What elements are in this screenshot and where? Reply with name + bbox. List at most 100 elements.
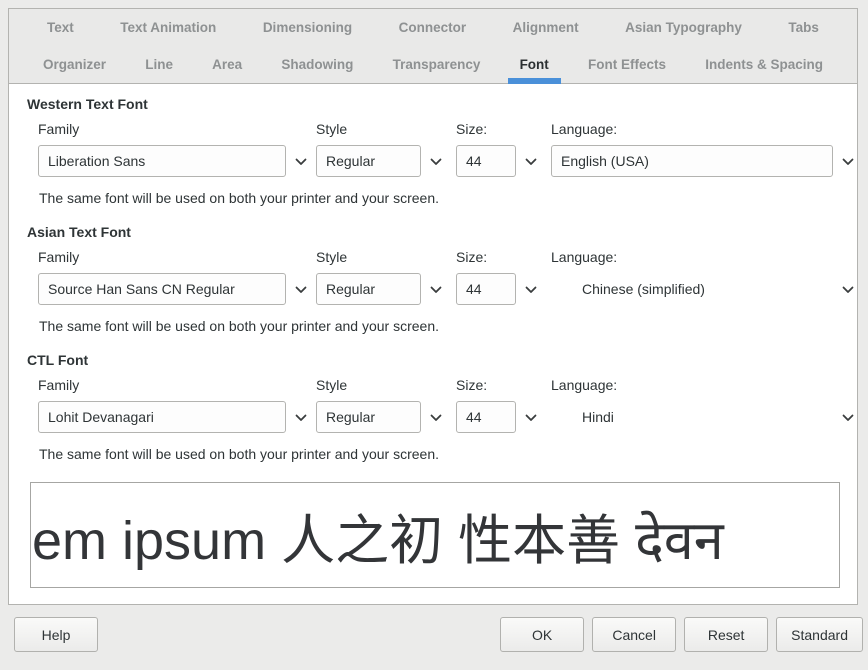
asian-size-entry[interactable]: 44 bbox=[456, 273, 516, 305]
tab-area[interactable]: Area bbox=[200, 46, 254, 83]
section-title: CTL Font bbox=[27, 352, 857, 368]
family-label: Family bbox=[38, 249, 316, 265]
western-family-group: Family Liberation Sans bbox=[38, 121, 316, 177]
section-title: Asian Text Font bbox=[27, 224, 857, 240]
tab-dimensioning[interactable]: Dimensioning bbox=[251, 9, 364, 46]
section-title: Western Text Font bbox=[27, 96, 857, 112]
chevron-down-icon bbox=[525, 281, 537, 297]
western-style-combo: Regular bbox=[316, 145, 451, 177]
western-style-group: Style Regular bbox=[316, 121, 451, 177]
tab-transparency[interactable]: Transparency bbox=[381, 46, 493, 83]
style-label: Style bbox=[316, 249, 451, 265]
western-fields-row: Family Liberation Sans Style Regular bbox=[38, 121, 857, 177]
ctl-size-entry[interactable]: 44 bbox=[456, 401, 516, 433]
ctl-family-dropdown-button[interactable] bbox=[286, 401, 316, 433]
asian-language-entry[interactable]: Chinese (simplified) bbox=[551, 273, 833, 305]
western-family-dropdown-button[interactable] bbox=[286, 145, 316, 177]
asian-font-section: Asian Text Font Family Source Han Sans C… bbox=[9, 224, 857, 334]
chevron-down-icon bbox=[295, 153, 307, 169]
chevron-down-icon bbox=[295, 409, 307, 425]
western-language-entry[interactable]: English (USA) bbox=[551, 145, 833, 177]
asian-family-entry[interactable]: Source Han Sans CN Regular bbox=[38, 273, 286, 305]
tab-connector[interactable]: Connector bbox=[387, 9, 479, 46]
chevron-down-icon bbox=[525, 409, 537, 425]
western-size-group: Size: 44 bbox=[456, 121, 546, 177]
western-style-dropdown-button[interactable] bbox=[421, 145, 451, 177]
chevron-down-icon bbox=[842, 281, 854, 297]
font-preview-text: em ipsum 人之初 性本善 देवन bbox=[31, 496, 724, 575]
western-size-entry[interactable]: 44 bbox=[456, 145, 516, 177]
chevron-down-icon bbox=[430, 409, 442, 425]
asian-family-dropdown-button[interactable] bbox=[286, 273, 316, 305]
asian-style-dropdown-button[interactable] bbox=[421, 273, 451, 305]
tab-indents-spacing[interactable]: Indents & Spacing bbox=[693, 46, 835, 83]
tab-font[interactable]: Font bbox=[508, 46, 561, 83]
style-label: Style bbox=[316, 121, 451, 137]
asian-language-group: Language: Chinese (simplified) bbox=[551, 249, 863, 305]
tab-row-1: Text Text Animation Dimensioning Connect… bbox=[9, 9, 857, 46]
asian-language-dropdown-button[interactable] bbox=[833, 273, 863, 305]
ctl-size-combo: 44 bbox=[456, 401, 546, 433]
western-language-combo: English (USA) bbox=[551, 145, 863, 177]
tab-text[interactable]: Text bbox=[35, 9, 86, 46]
ctl-style-dropdown-button[interactable] bbox=[421, 401, 451, 433]
language-label: Language: bbox=[551, 249, 863, 265]
tab-header: Text Text Animation Dimensioning Connect… bbox=[9, 9, 857, 84]
tab-alignment[interactable]: Alignment bbox=[501, 9, 591, 46]
help-button[interactable]: Help bbox=[14, 617, 98, 652]
size-label: Size: bbox=[456, 377, 546, 393]
asian-size-group: Size: 44 bbox=[456, 249, 546, 305]
tab-font-effects[interactable]: Font Effects bbox=[576, 46, 678, 83]
standard-button[interactable]: Standard bbox=[776, 617, 863, 652]
character-dialog-notebook: Text Text Animation Dimensioning Connect… bbox=[8, 8, 858, 605]
ctl-family-entry[interactable]: Lohit Devanagari bbox=[38, 401, 286, 433]
printer-screen-note: The same font will be used on both your … bbox=[39, 190, 857, 206]
western-font-section: Western Text Font Family Liberation Sans… bbox=[9, 96, 857, 206]
tab-line[interactable]: Line bbox=[133, 46, 185, 83]
chevron-down-icon bbox=[525, 153, 537, 169]
chevron-down-icon bbox=[842, 409, 854, 425]
tab-tabs[interactable]: Tabs bbox=[776, 9, 831, 46]
tab-shadowing[interactable]: Shadowing bbox=[269, 46, 365, 83]
cancel-button[interactable]: Cancel bbox=[592, 617, 676, 652]
font-preview-box: em ipsum 人之初 性本善 देवन bbox=[30, 482, 840, 588]
chevron-down-icon bbox=[430, 281, 442, 297]
ctl-style-combo: Regular bbox=[316, 401, 451, 433]
asian-style-entry[interactable]: Regular bbox=[316, 273, 421, 305]
family-label: Family bbox=[38, 121, 316, 137]
ctl-family-combo: Lohit Devanagari bbox=[38, 401, 316, 433]
western-size-combo: 44 bbox=[456, 145, 546, 177]
tab-organizer[interactable]: Organizer bbox=[31, 46, 118, 83]
ctl-language-entry[interactable]: Hindi bbox=[551, 401, 833, 433]
asian-fields-row: Family Source Han Sans CN Regular Style … bbox=[38, 249, 857, 305]
asian-style-group: Style Regular bbox=[316, 249, 451, 305]
tab-asian-typography[interactable]: Asian Typography bbox=[613, 9, 754, 46]
ctl-language-dropdown-button[interactable] bbox=[833, 401, 863, 433]
ctl-size-group: Size: 44 bbox=[456, 377, 546, 433]
asian-size-combo: 44 bbox=[456, 273, 546, 305]
reset-button[interactable]: Reset bbox=[684, 617, 768, 652]
western-language-dropdown-button[interactable] bbox=[833, 145, 863, 177]
printer-screen-note: The same font will be used on both your … bbox=[39, 318, 857, 334]
western-language-group: Language: English (USA) bbox=[551, 121, 863, 177]
ok-button[interactable]: OK bbox=[500, 617, 584, 652]
ctl-family-group: Family Lohit Devanagari bbox=[38, 377, 316, 433]
ctl-language-group: Language: Hindi bbox=[551, 377, 863, 433]
tab-text-animation[interactable]: Text Animation bbox=[108, 9, 228, 46]
western-family-entry[interactable]: Liberation Sans bbox=[38, 145, 286, 177]
font-tab-content: Western Text Font Family Liberation Sans… bbox=[9, 84, 857, 588]
family-label: Family bbox=[38, 377, 316, 393]
asian-language-combo: Chinese (simplified) bbox=[551, 273, 863, 305]
ctl-style-entry[interactable]: Regular bbox=[316, 401, 421, 433]
asian-family-group: Family Source Han Sans CN Regular bbox=[38, 249, 316, 305]
language-label: Language: bbox=[551, 377, 863, 393]
ctl-size-dropdown-button[interactable] bbox=[516, 401, 546, 433]
western-size-dropdown-button[interactable] bbox=[516, 145, 546, 177]
chevron-down-icon bbox=[842, 153, 854, 169]
tab-row-2: Organizer Line Area Shadowing Transparen… bbox=[9, 46, 857, 83]
ctl-font-section: CTL Font Family Lohit Devanagari Style R… bbox=[9, 352, 857, 462]
asian-style-combo: Regular bbox=[316, 273, 451, 305]
size-label: Size: bbox=[456, 249, 546, 265]
western-style-entry[interactable]: Regular bbox=[316, 145, 421, 177]
asian-size-dropdown-button[interactable] bbox=[516, 273, 546, 305]
